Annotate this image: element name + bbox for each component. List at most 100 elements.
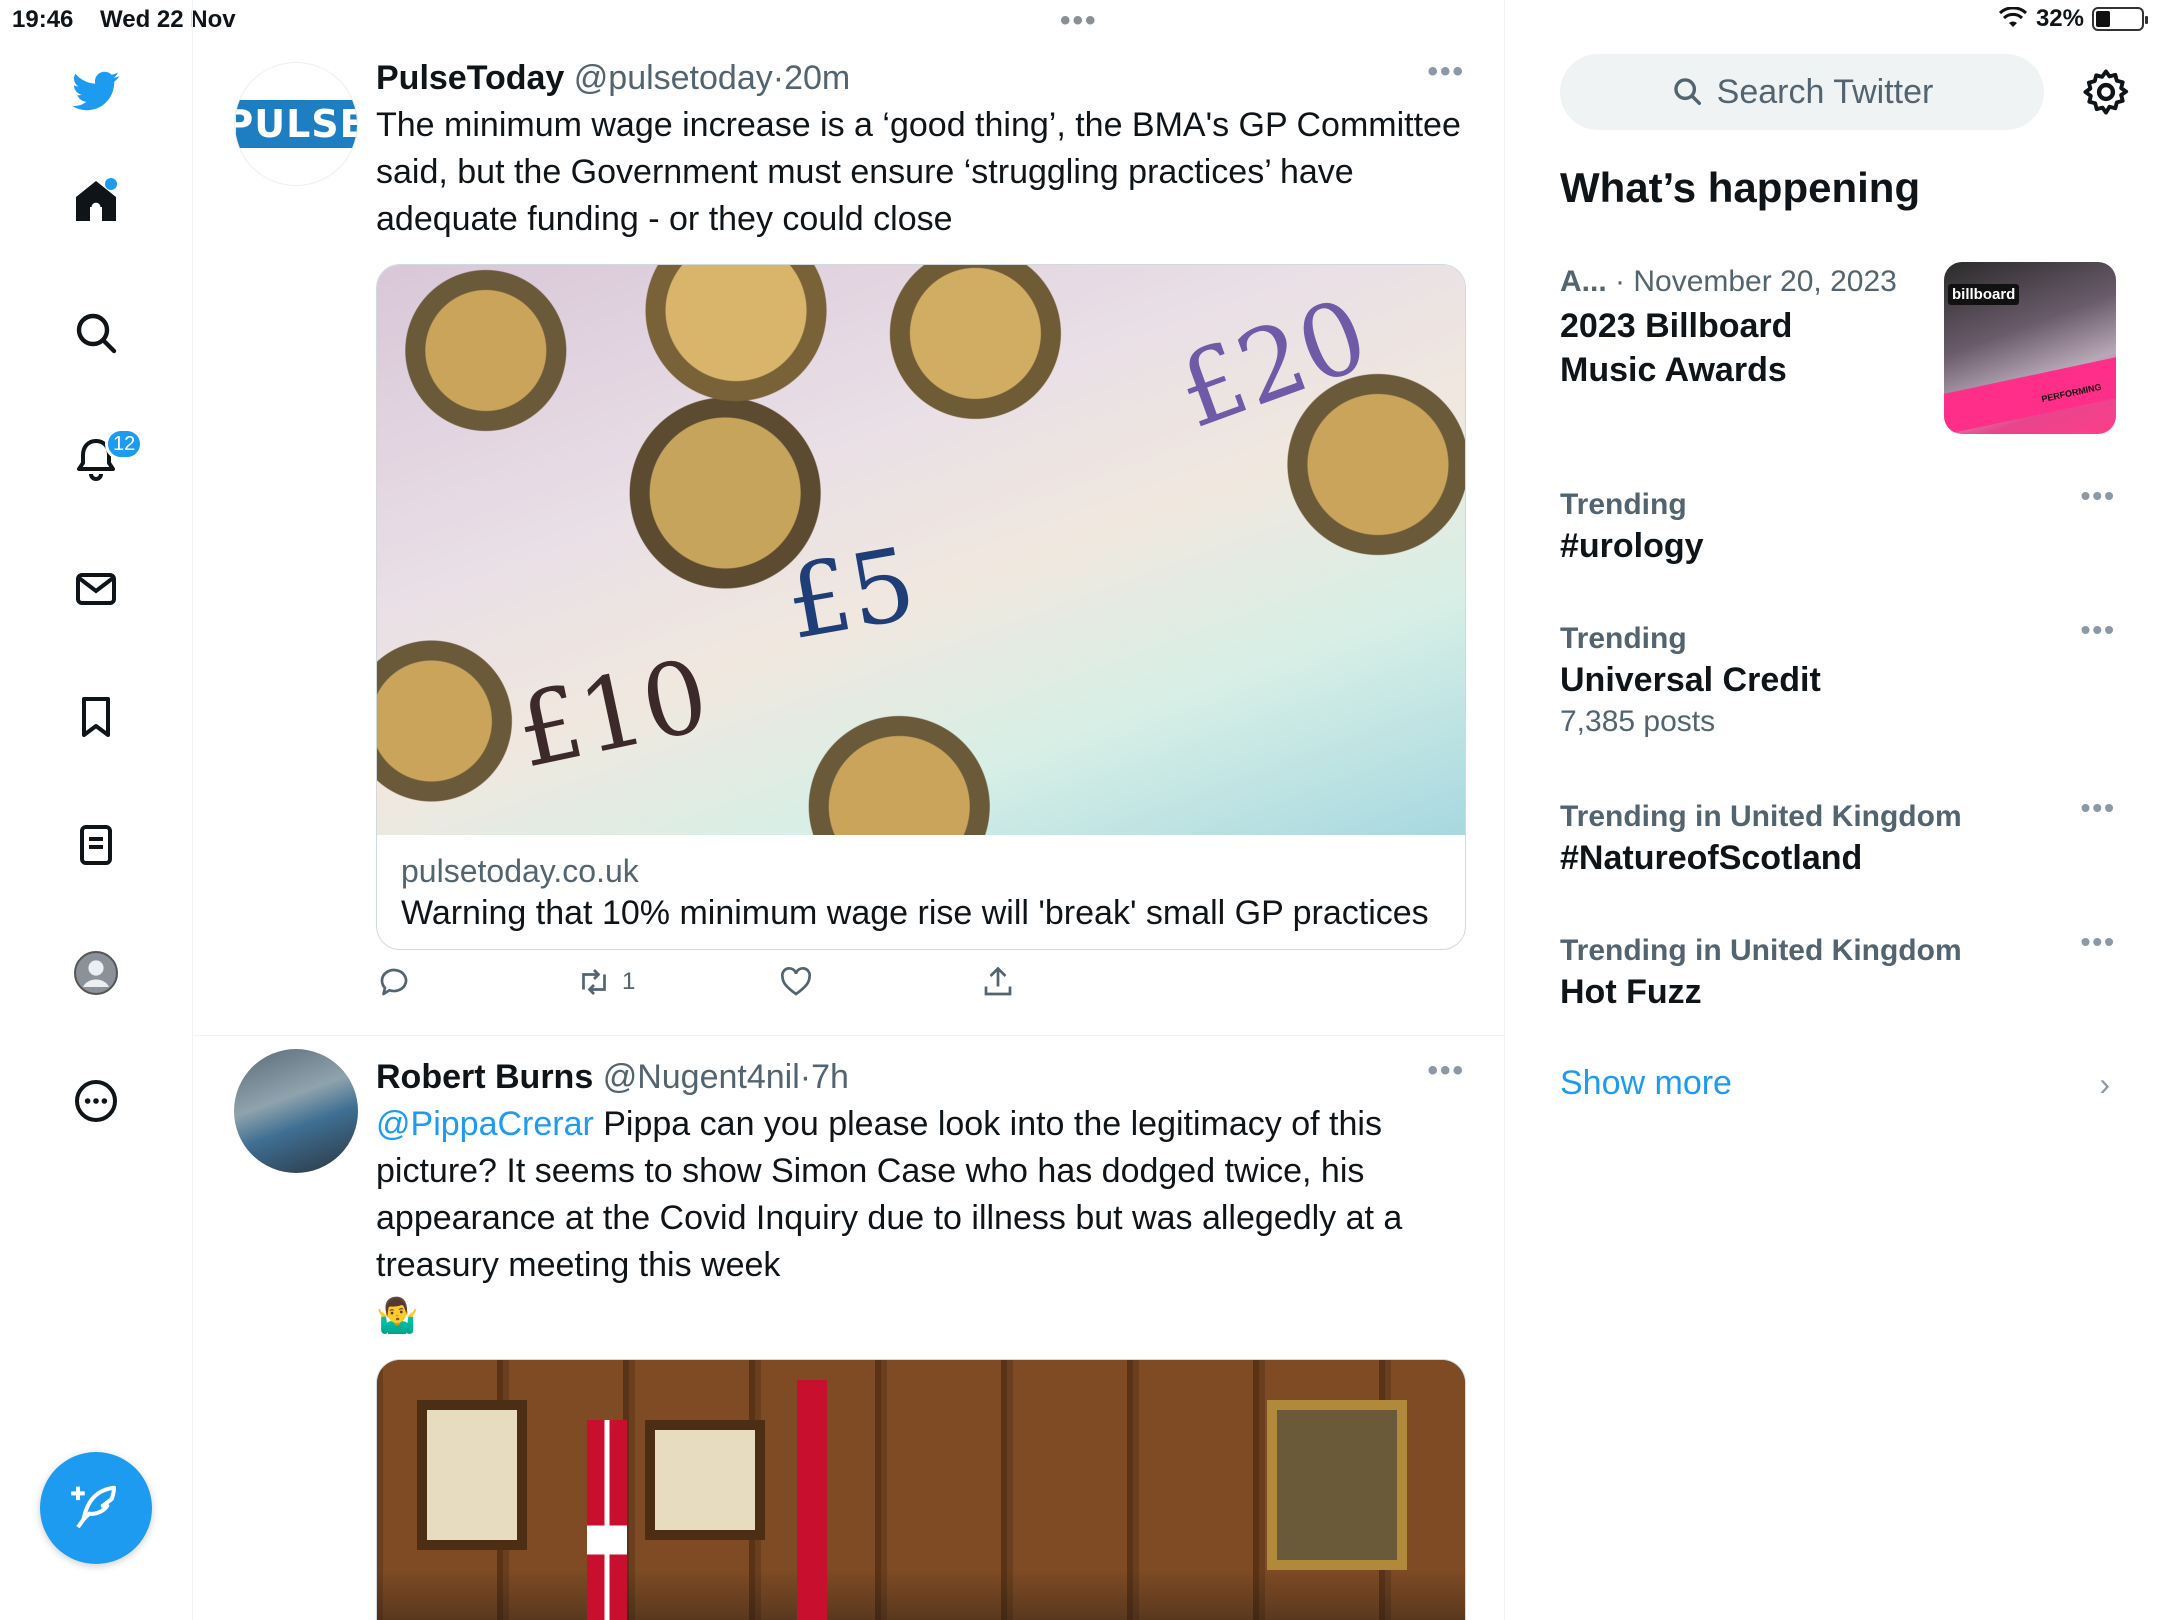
avatar-logo-text: PULSE <box>235 100 357 148</box>
trend-item[interactable]: Trending in United Kingdom Hot Fuzz ••• <box>1560 926 2116 1014</box>
separator: · <box>799 1058 812 1096</box>
tweet-actions: 1 <box>376 964 1276 1014</box>
trend-post-count: 7,385 posts <box>1560 705 1716 738</box>
compose-icon <box>71 1485 117 1529</box>
display-name[interactable]: PulseToday <box>376 59 564 97</box>
banknote-20-decoration: £20 <box>1162 275 1383 452</box>
display-name[interactable]: Robert Burns <box>376 1058 593 1096</box>
trend-name: #urology <box>1560 527 1704 565</box>
handle[interactable]: @Nugent4nil <box>603 1058 800 1096</box>
show-more-link[interactable]: Show more › <box>1560 1064 2116 1103</box>
tweet-time[interactable]: 7h <box>811 1058 849 1096</box>
twitter-logo-button[interactable] <box>63 58 129 124</box>
tweet-content: Robert Burns @Nugent4nil·7h ••• @PippaCr… <box>376 1054 1465 1340</box>
banknote-5-decoration: £5 <box>777 524 924 663</box>
handle[interactable]: @pulsetoday <box>574 59 773 97</box>
profile-icon <box>74 951 118 995</box>
heart-icon <box>781 967 811 996</box>
nav-profile[interactable] <box>63 940 129 1006</box>
nav-notifications[interactable]: 12 <box>63 426 144 492</box>
nav-home[interactable] <box>63 168 129 234</box>
tweet-photo[interactable] <box>376 1359 1466 1620</box>
like-button[interactable] <box>778 964 824 1000</box>
billboard-logo: billboard <box>1948 284 2020 305</box>
trend-item[interactable]: Trending in United Kingdom #NatureofScot… <box>1560 792 2116 880</box>
nav-more[interactable] <box>63 1068 129 1134</box>
side-navigation: 12 <box>0 0 193 1620</box>
trend-label: Trending in United Kingdom <box>1560 800 1962 833</box>
trend-item[interactable]: Trending Universal Credit 7,385 posts ••… <box>1560 614 2116 742</box>
trend-more-icon[interactable]: ••• <box>2081 926 2116 958</box>
nav-search[interactable] <box>63 300 129 366</box>
search-icon <box>1673 78 1701 106</box>
trend-more-icon[interactable]: ••• <box>2081 792 2116 824</box>
compose-tweet-button[interactable] <box>40 1452 152 1564</box>
union-flag-decoration <box>587 1420 627 1620</box>
share-icon <box>984 966 1012 996</box>
tweet[interactable]: Robert Burns @Nugent4nil·7h ••• @PippaCr… <box>194 1037 1505 1620</box>
tweet[interactable]: PULSE PulseToday @pulsetoday·20m ••• The… <box>194 50 1505 1036</box>
tweet-time[interactable]: 20m <box>784 59 850 97</box>
new-content-dot <box>105 178 117 190</box>
nav-messages[interactable] <box>63 556 129 622</box>
retweet-icon <box>582 969 606 995</box>
mention-link[interactable]: @PippaCrerar <box>376 1105 594 1143</box>
painting-decoration <box>645 1420 765 1540</box>
messages-icon <box>76 573 116 605</box>
trend-more-icon[interactable]: ••• <box>2081 614 2116 646</box>
tweet-content: PulseToday @pulsetoday·20m ••• The minim… <box>376 55 1465 243</box>
event-category: A... <box>1560 265 1607 298</box>
trend-name: Hot Fuzz <box>1560 973 1702 1011</box>
event-thumbnail: billboard PERFORMING <box>1944 262 2116 434</box>
link-card-body: pulsetoday.co.uk Warning that 10% minimu… <box>377 835 1465 949</box>
tweet-more-icon[interactable]: ••• <box>1427 52 1465 92</box>
trend-label: Trending in United Kingdom <box>1560 934 1962 967</box>
tweet-more-icon[interactable]: ••• <box>1427 1051 1465 1091</box>
reply-icon <box>380 968 408 996</box>
more-icon <box>75 1080 117 1122</box>
search-icon <box>76 313 117 354</box>
link-card-image: £10 £5 £20 <box>377 265 1465 835</box>
event-date: · November 20, 2023 <box>1615 265 1897 298</box>
nav-bookmarks[interactable] <box>63 684 129 750</box>
trend-more-icon[interactable]: ••• <box>2081 480 2116 512</box>
chevron-right-icon: › <box>2099 1066 2110 1102</box>
tweet-text: The minimum wage increase is a ‘good thi… <box>376 106 1461 238</box>
notification-badge: 12 <box>105 428 144 460</box>
avatar[interactable] <box>234 1049 358 1173</box>
show-more-label: Show more <box>1560 1064 1732 1102</box>
trend-label: Trending <box>1560 488 1687 521</box>
reply-button[interactable] <box>376 964 422 1000</box>
tweet-header: Robert Burns @Nugent4nil·7h ••• <box>376 1054 1465 1097</box>
banknote-10-decoration: £10 <box>506 636 718 791</box>
tweet-header: PulseToday @pulsetoday·20m ••• <box>376 55 1465 98</box>
whats-happening-title: What’s happening <box>1560 164 1921 211</box>
tweet-emoji: 🤷‍♂️ <box>376 1297 419 1335</box>
tweet-photo-image <box>377 1360 1465 1620</box>
search-placeholder: Search Twitter <box>1716 72 1934 111</box>
right-sidebar: Search Twitter What’s happening A... · N… <box>1506 0 2160 1620</box>
twitter-logo-icon <box>72 71 120 111</box>
settings-gear-icon[interactable] <box>2080 66 2132 118</box>
trend-name: #NatureofScotland <box>1560 839 1863 877</box>
nav-lists[interactable] <box>63 812 129 878</box>
trend-label: Trending <box>1560 622 1687 655</box>
share-button[interactable] <box>980 964 1016 1000</box>
trend-item[interactable]: Trending #urology ••• <box>1560 480 2116 568</box>
trend-name: Universal Credit <box>1560 661 1821 699</box>
portrait-decoration <box>1267 1400 1407 1570</box>
event-thumbnail-strip <box>1944 356 2116 434</box>
retweet-count: 1 <box>622 968 636 995</box>
event-item[interactable]: A... · November 20, 2023 2023 Billboard … <box>1560 262 2116 442</box>
lists-icon <box>80 825 112 865</box>
red-flag-decoration <box>797 1380 827 1620</box>
link-card-title: Warning that 10% minimum wage rise will … <box>401 894 1429 932</box>
link-card[interactable]: £10 £5 £20 pulsetoday.co.uk Warning that… <box>376 264 1466 950</box>
retweet-button[interactable]: 1 <box>576 964 635 1000</box>
painting-decoration <box>417 1400 527 1550</box>
bookmarks-icon <box>82 697 110 737</box>
timeline-feed: PULSE PulseToday @pulsetoday·20m ••• The… <box>194 0 1505 1620</box>
avatar[interactable]: PULSE <box>234 62 358 186</box>
link-card-domain: pulsetoday.co.uk <box>401 853 639 889</box>
search-input[interactable]: Search Twitter <box>1560 54 2044 130</box>
